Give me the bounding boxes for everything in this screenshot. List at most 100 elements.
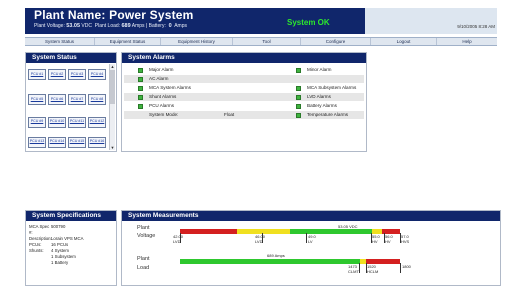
nav-equipment-history[interactable]: Equipment History: [161, 38, 233, 45]
plant-load-label-1: Plant: [137, 256, 150, 262]
plant-load-label-2: Load: [137, 265, 150, 271]
status-indicator-icon: [138, 85, 143, 91]
spec-row: 1 Battery: [29, 260, 83, 266]
pcu-4-button[interactable]: PCU #4: [88, 69, 106, 80]
measurements-title: System Measurements: [122, 211, 500, 221]
voltage-tick-label: 57.0 HVS: [401, 234, 410, 244]
spec-value: 500790: [51, 224, 66, 229]
scroll-down-icon[interactable]: ▼: [110, 145, 115, 150]
alarm-label: LVD Alarms: [307, 94, 331, 99]
specs-title: System Specifications: [26, 211, 116, 221]
status-indicator-icon: [296, 103, 301, 109]
pcu-5-button[interactable]: PCU #5: [28, 94, 46, 105]
nav-system-status[interactable]: System Status: [25, 38, 95, 45]
alarm-row: Shunt Alarms LVD Alarms: [124, 93, 364, 101]
alarm-row: AC Alarm: [124, 75, 364, 83]
plant-summary: Plant Voltage: 53.05 VDC Plant Load: 689…: [34, 23, 187, 29]
voltage-tick-label: 56.0 HV: [385, 234, 393, 244]
scroll-up-icon[interactable]: ▲: [110, 64, 115, 69]
alarm-row: Major Alarm Minor Alarm: [124, 66, 364, 74]
plant-name-label: Plant Name:: [34, 8, 106, 22]
nav-tool[interactable]: Tool: [233, 38, 301, 45]
nav-equipment-status[interactable]: Equipment Status: [95, 38, 161, 45]
system-status-title: System Status: [26, 53, 116, 63]
load-tick-label: 1800: [402, 264, 411, 269]
status-indicator-icon: [138, 103, 143, 109]
system-specs-panel: System Specifications MCA Spec #: 500790 …: [25, 210, 117, 286]
spec-key: MCA Spec #:: [29, 224, 50, 235]
load-tick: [359, 263, 360, 273]
spec-key: [29, 260, 51, 266]
voltage-bar-green: [290, 229, 372, 234]
load-tick-label: 1520 HCLM: [367, 264, 379, 274]
battery-label: Battery:: [148, 23, 166, 29]
load-tick-label: 1473 CLMT: [348, 264, 359, 274]
pcu-grid: PCU #1 PCU #2 PCU #3 PCU #4 PCU #5 PCU #…: [28, 65, 108, 151]
alarm-label: PCU Alarms: [149, 103, 175, 108]
main-nav: System Status Equipment Status Equipment…: [25, 37, 497, 46]
alarm-label: MCA Subsystem Alarms: [307, 85, 357, 90]
voltage-tick-label: 46.00 LVD: [255, 234, 266, 244]
status-indicator-icon: [296, 67, 301, 73]
plant-voltage-label-2: Voltage: [137, 233, 156, 239]
alarm-label: MCA System Alarms: [149, 85, 191, 90]
pcu-16-button[interactable]: PCU #16: [88, 137, 106, 148]
alarm-label: Battery Alarms: [307, 103, 337, 108]
pcu-15-button[interactable]: PCU #15: [68, 137, 86, 148]
system-mode-label: System Mode:: [149, 112, 179, 117]
nav-configure[interactable]: Configure: [301, 38, 371, 45]
spec-value: 1 Battery: [51, 260, 69, 265]
status-indicator-icon: [296, 112, 301, 118]
voltage-label: Plant Voltage:: [34, 23, 65, 29]
system-measurements-panel: System Measurements Plant Voltage 53.05 …: [121, 210, 501, 286]
system-mode-value: Float: [224, 112, 235, 117]
alarm-label: Shunt Alarms: [149, 94, 177, 99]
status-indicator-icon: [138, 67, 143, 73]
plant-voltage-label-1: Plant: [137, 225, 150, 231]
pcu-3-button[interactable]: PCU #3: [68, 69, 86, 80]
pcu-8-button[interactable]: PCU #8: [88, 94, 106, 105]
status-indicator-icon: [296, 85, 301, 91]
alarm-label: Temperature Alarms: [307, 112, 349, 117]
voltage-bar-red-low: [180, 229, 237, 234]
spec-row: MCA Spec #: 500790: [29, 224, 83, 236]
pcu-1-button[interactable]: PCU #1: [28, 69, 46, 80]
status-indicator-icon: [296, 94, 301, 100]
load-unit: Amps: [131, 23, 145, 29]
pcu-2-button[interactable]: PCU #2: [48, 69, 66, 80]
pcu-7-button[interactable]: PCU #7: [68, 94, 86, 105]
voltage-unit: VDC: [81, 23, 92, 29]
voltage-tick-label: 49.0 LV: [308, 234, 316, 244]
status-indicator-icon: [138, 94, 143, 100]
nav-help[interactable]: Help: [437, 38, 497, 45]
pcu-12-button[interactable]: PCU #12: [88, 117, 106, 128]
system-alarms-panel: System Alarms Major Alarm Minor Alarm AC…: [121, 52, 367, 152]
specs-body: MCA Spec #: 500790 Description: Lorain VPS…: [29, 224, 83, 266]
alarm-label: Minor Alarm: [307, 67, 332, 72]
status-indicator-icon: [138, 76, 143, 82]
voltage-value: 53.05: [66, 23, 81, 29]
system-status-panel: System Status PCU #1 PCU #2 PCU #3 PCU #…: [25, 52, 117, 152]
load-bar-green: [180, 259, 360, 264]
voltage-tick: [306, 233, 307, 243]
load-tick: [400, 263, 401, 273]
pcu-10-button[interactable]: PCU #10: [48, 117, 66, 128]
voltage-tick-label: 55.0 HV: [372, 234, 380, 244]
alarm-row: MCA System Alarms MCA Subsystem Alarms: [124, 84, 364, 92]
alarm-label: AC Alarm: [149, 76, 169, 81]
system-mode-row: System Mode: Float Temperature Alarms: [124, 111, 364, 119]
system-alarms-title: System Alarms: [122, 53, 366, 63]
scroll-thumb[interactable]: [110, 70, 115, 104]
system-status-indicator: System OK: [257, 8, 365, 34]
nav-logout[interactable]: Logout: [371, 38, 437, 45]
pcu-13-button[interactable]: PCU #13: [28, 137, 46, 148]
top-header: Plant Name: Power System Plant Voltage: …: [25, 8, 497, 34]
voltage-bar: [180, 229, 400, 234]
pcu-14-button[interactable]: PCU #14: [48, 137, 66, 148]
pcu-9-button[interactable]: PCU #9: [28, 117, 46, 128]
pcu-6-button[interactable]: PCU #6: [48, 94, 66, 105]
alarm-row: PCU Alarms Battery Alarms: [124, 102, 364, 110]
plant-name-value: Power System: [109, 8, 194, 22]
pcu-scrollbar[interactable]: ▲ ▼: [109, 64, 115, 150]
pcu-11-button[interactable]: PCU #11: [68, 117, 86, 128]
